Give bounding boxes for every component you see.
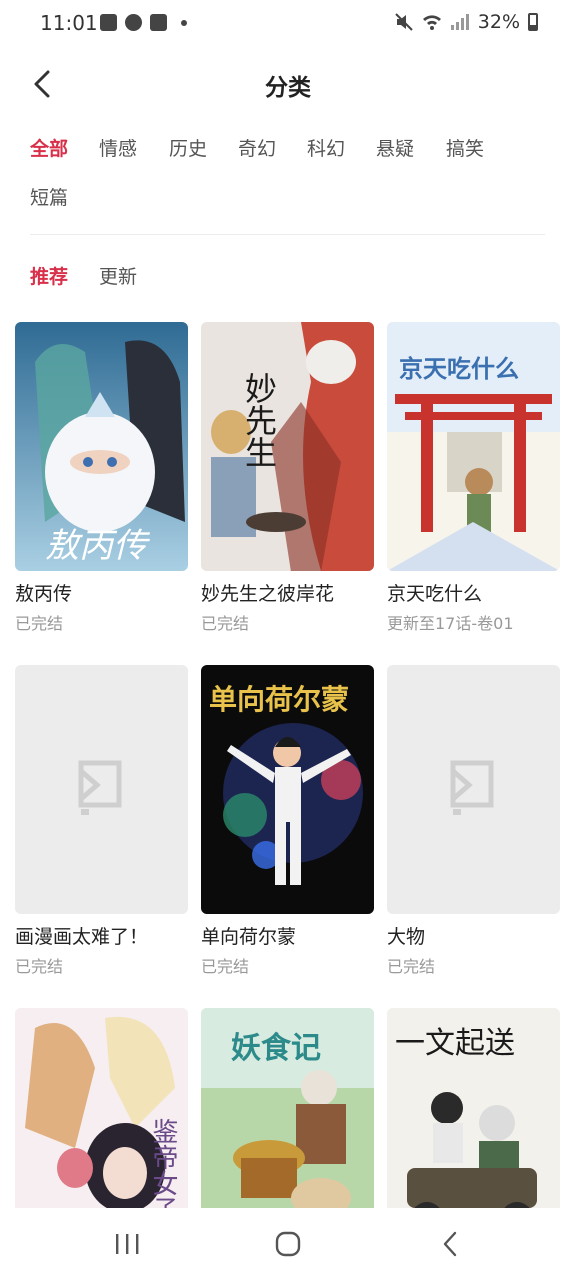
comic-status: 已完结: [201, 957, 250, 976]
mute-icon: [394, 13, 414, 31]
comic-title: 京天吃什么: [387, 583, 483, 605]
signal-icon: [450, 13, 470, 31]
comic-card[interactable]: 大物 已完结: [387, 665, 560, 977]
category-fantasy[interactable]: 奇幻: [238, 134, 276, 161]
comic-status: 已完结: [387, 957, 436, 976]
image-placeholder-icon: [450, 760, 494, 815]
status-time: 11:01: [40, 11, 98, 35]
system-nav-bar: [0, 1208, 576, 1280]
comic-card[interactable]: 画漫画太难了！ 已完结: [15, 665, 188, 977]
category-romance[interactable]: 情感: [99, 134, 137, 161]
recent-apps-button[interactable]: [107, 1228, 147, 1260]
category-scifi[interactable]: 科幻: [307, 134, 345, 161]
cover-title-art: 妙先生: [240, 372, 278, 468]
comic-cover[interactable]: 妙先生: [201, 322, 374, 571]
home-button[interactable]: [268, 1228, 308, 1260]
app-notification-icon: [125, 14, 142, 31]
image-placeholder-icon: [78, 760, 122, 815]
comic-cover-placeholder[interactable]: [15, 665, 188, 914]
divider: [30, 234, 545, 235]
top-app-bar: 分类: [0, 56, 576, 112]
back-nav-button[interactable]: [430, 1228, 470, 1260]
cover-title-art: 一文起送: [395, 1026, 515, 1061]
category-short[interactable]: 短篇: [30, 183, 68, 210]
comic-card[interactable]: 单向荷尔蒙 单向荷尔蒙 已完结: [201, 665, 374, 977]
tab-recommended[interactable]: 推荐: [30, 262, 68, 289]
back-arrow-icon: [443, 1231, 457, 1257]
checkbox-notification-icon: [150, 14, 167, 31]
comic-status: 已完结: [15, 614, 64, 633]
category-mystery[interactable]: 悬疑: [376, 134, 414, 161]
comic-card[interactable]: 京天吃什么 京天吃什么 更新至17话-卷01: [387, 322, 560, 634]
comic-status: 更新至17话-卷01: [387, 614, 514, 633]
home-icon: [275, 1231, 301, 1257]
comic-card[interactable]: 妙先生 妙先生之彼岸花 已完结: [201, 322, 374, 634]
category-comedy[interactable]: 搞笑: [446, 134, 484, 161]
comic-status: 已完结: [201, 614, 250, 633]
comic-cover-placeholder[interactable]: [387, 665, 560, 914]
comic-cover[interactable]: 单向荷尔蒙: [201, 665, 374, 914]
recent-apps-icon: [116, 1234, 139, 1254]
status-bar: 11:01 32%: [0, 0, 576, 46]
comic-title: 大物: [387, 926, 426, 948]
comic-title: 敖丙传: [15, 583, 73, 605]
comic-status: 已完结: [15, 957, 64, 976]
comic-cover[interactable]: 敖丙传: [15, 322, 188, 571]
cover-title-art: 单向荷尔蒙: [209, 683, 349, 716]
cover-title-art: 京天吃什么: [399, 355, 519, 383]
comic-title: 画漫画太难了！: [15, 926, 149, 948]
category-all[interactable]: 全部: [30, 134, 68, 161]
cover-title-art: 敖丙传: [45, 526, 151, 566]
more-notifications-icon: [181, 19, 187, 26]
battery-icon: [528, 13, 538, 31]
page-title: 分类: [265, 75, 311, 101]
gallery-notification-icon: [100, 14, 117, 31]
comic-title: 单向荷尔蒙: [201, 926, 297, 948]
notification-icons: [100, 14, 187, 31]
comic-cover[interactable]: 京天吃什么: [387, 322, 560, 571]
tab-updated[interactable]: 更新: [99, 262, 137, 289]
cover-title-art: 妖食记: [231, 1031, 321, 1066]
wifi-icon: [422, 13, 442, 31]
comic-title: 妙先生之彼岸花: [201, 583, 335, 605]
battery-percent: 32%: [477, 11, 520, 33]
category-history[interactable]: 历史: [169, 134, 207, 161]
comic-card[interactable]: 敖丙传 敖丙传 已完结: [15, 322, 188, 634]
